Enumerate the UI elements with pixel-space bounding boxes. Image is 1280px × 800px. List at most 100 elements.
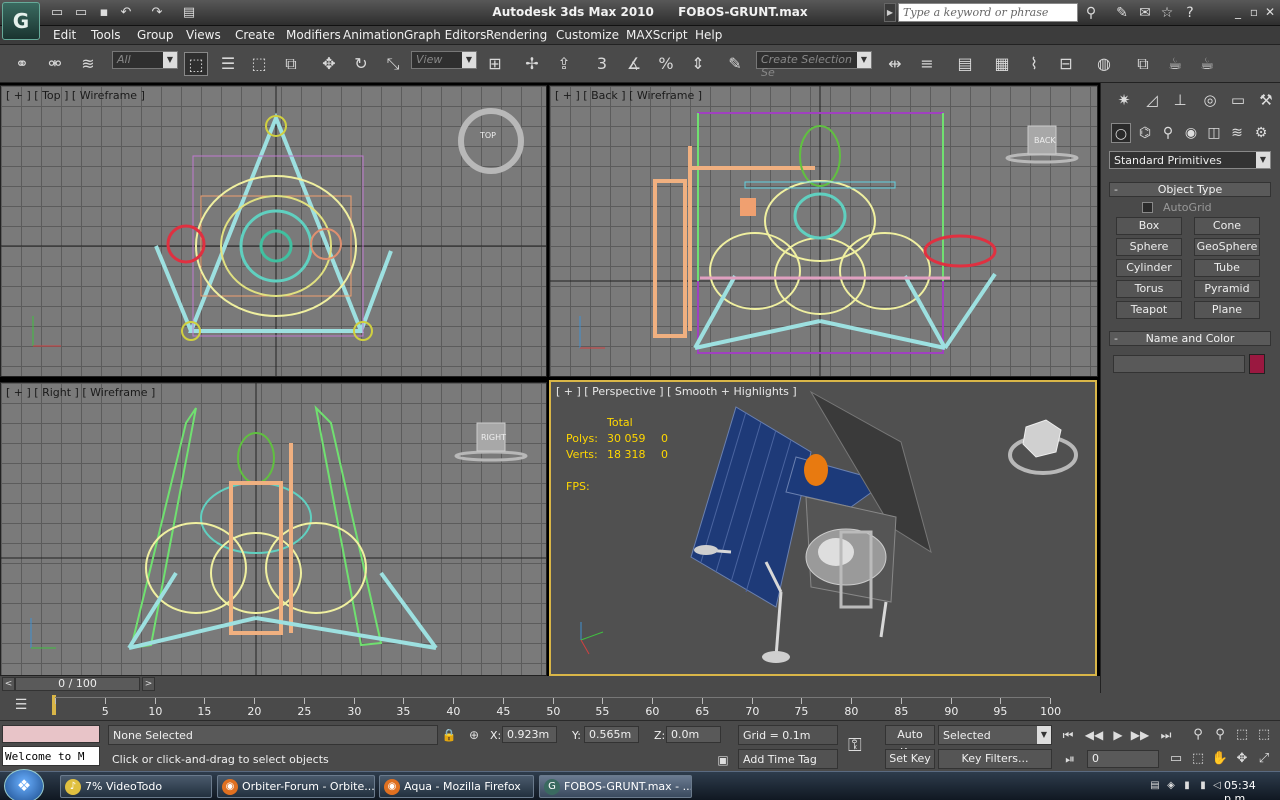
- current-frame-field[interactable]: 0: [1087, 750, 1159, 768]
- taskbar-3dsmax[interactable]: G FOBOS-GRUNT.max - ...: [539, 775, 692, 798]
- menu-rendering[interactable]: Rendering: [486, 28, 547, 42]
- systems-icon[interactable]: ⚙: [1251, 123, 1271, 143]
- menu-group[interactable]: Group: [137, 28, 174, 42]
- menu-tools[interactable]: Tools: [91, 28, 121, 42]
- communication-icon[interactable]: ✉: [1135, 4, 1155, 22]
- render-setup-icon[interactable]: ⧉: [1131, 52, 1155, 76]
- geometry-icon[interactable]: ○: [1111, 123, 1131, 143]
- cameras-icon[interactable]: ◉: [1181, 123, 1201, 143]
- menu-edit[interactable]: Edit: [53, 28, 76, 42]
- tray-network-icon[interactable]: ▤: [1148, 779, 1162, 793]
- helpers-icon[interactable]: ◫: [1204, 123, 1224, 143]
- key-filters-button[interactable]: Key Filters...: [938, 749, 1052, 769]
- search-input[interactable]: Type a keyword or phrase: [898, 3, 1078, 22]
- taskbar-orbiter-forum[interactable]: ◉ Orbiter-Forum - Orbite...: [217, 775, 375, 798]
- mini-curve-editor-icon[interactable]: ☰: [8, 697, 34, 717]
- track-bar[interactable]: ☰ 5 10 15 20 25 30 35 40 45 50 55 60 65 70 75 80 85 90 95 1…: [0, 693, 1280, 721]
- angle-snap-icon[interactable]: ∡: [622, 52, 646, 76]
- object-color-swatch[interactable]: [1249, 354, 1265, 374]
- tray-clock[interactable]: 05:34 p.m.: [1224, 779, 1280, 800]
- selection-lock-icon[interactable]: 🔒: [440, 726, 458, 744]
- primitive-category-dropdown[interactable]: Standard Primitives ▼: [1109, 151, 1271, 169]
- rotate-icon[interactable]: ↻: [349, 52, 373, 76]
- viewcube-right[interactable]: RIGHT: [481, 433, 506, 442]
- taskbar-aqua-firefox[interactable]: ◉ Aqua - Mozilla Firefox: [379, 775, 534, 798]
- teapot-button[interactable]: Teapot: [1116, 301, 1182, 319]
- display-tab-icon[interactable]: ▭: [1227, 89, 1249, 111]
- link-icon[interactable]: ⚭: [10, 52, 34, 76]
- sphere-button[interactable]: Sphere: [1116, 238, 1182, 256]
- hierarchy-tab-icon[interactable]: ⊥: [1169, 89, 1191, 111]
- cone-button[interactable]: Cone: [1194, 217, 1260, 235]
- time-slider-thumb[interactable]: 0 / 100: [15, 677, 140, 691]
- binoculars-icon[interactable]: ⚲: [1081, 4, 1101, 22]
- time-slider-prev-icon[interactable]: <: [2, 677, 15, 691]
- motion-tab-icon[interactable]: ◎: [1199, 89, 1221, 111]
- geosphere-button[interactable]: GeoSphere: [1194, 238, 1260, 256]
- menu-customize[interactable]: Customize: [556, 28, 619, 42]
- viewcube-top[interactable]: TOP: [480, 131, 496, 140]
- next-frame-icon[interactable]: ▶▶: [1130, 727, 1150, 743]
- create-tab-icon[interactable]: ✷: [1113, 89, 1135, 111]
- favorites-star-icon[interactable]: ☆: [1157, 4, 1177, 22]
- viewport-back[interactable]: [ + ] [ Back ] [ Wireframe ] BACK: [549, 85, 1098, 377]
- x-coord-field[interactable]: 0.923m: [502, 726, 557, 743]
- key-mode-dropdown[interactable]: Selected ▼: [938, 725, 1052, 745]
- start-button-icon[interactable]: ❖: [4, 769, 44, 800]
- select-object-icon[interactable]: ⬚: [184, 52, 208, 76]
- selection-filter-dropdown[interactable]: All ▼: [112, 51, 178, 69]
- help-icon[interactable]: ?: [1180, 4, 1200, 22]
- viewport-perspective[interactable]: [ + ] [ Perspective ] [ Smooth + Highlig…: [549, 380, 1097, 676]
- scale-icon[interactable]: ⤡: [381, 52, 405, 76]
- set-key-button[interactable]: Set Key: [885, 749, 935, 769]
- align-icon[interactable]: ≡: [915, 52, 939, 76]
- viewcube-back[interactable]: BACK: [1034, 136, 1056, 145]
- spinner-snap-icon[interactable]: ⇕: [686, 52, 710, 76]
- previous-frame-icon[interactable]: ◀◀: [1084, 727, 1104, 743]
- add-time-tag-button[interactable]: Add Time Tag: [738, 749, 838, 769]
- region-zoom-icon[interactable]: ⬚: [1188, 749, 1208, 769]
- zoom-extents-all-icon[interactable]: ⬚: [1254, 725, 1274, 745]
- orbit-icon[interactable]: ✥: [1232, 749, 1252, 769]
- torus-button[interactable]: Torus: [1116, 280, 1182, 298]
- move-icon[interactable]: ✥: [317, 52, 341, 76]
- material-editor-icon[interactable]: ◍: [1092, 52, 1116, 76]
- utilities-tab-icon[interactable]: ⚒: [1255, 89, 1277, 111]
- menu-create[interactable]: Create: [235, 28, 275, 42]
- y-coord-field[interactable]: 0.565m: [584, 726, 639, 743]
- unlink-icon[interactable]: ⚮: [43, 52, 67, 76]
- maxscript-listener-input[interactable]: [2, 725, 100, 743]
- menu-help[interactable]: Help: [695, 28, 722, 42]
- object-type-rollout[interactable]: - Object Type: [1109, 182, 1271, 197]
- key-icon[interactable]: ⚿: [848, 735, 862, 756]
- open-file-icon[interactable]: ▭: [72, 4, 90, 21]
- modify-tab-icon[interactable]: ◿: [1141, 89, 1163, 111]
- undo-icon[interactable]: ↶: [117, 4, 135, 21]
- pivot-center-icon[interactable]: ⊞: [483, 52, 507, 76]
- pan-icon[interactable]: ✋: [1210, 749, 1230, 769]
- schematic-view-icon[interactable]: ⊟: [1054, 52, 1078, 76]
- z-coord-field[interactable]: 0.0m: [666, 726, 721, 743]
- go-to-end-icon[interactable]: ⏭: [1156, 727, 1176, 743]
- play-icon[interactable]: ▶: [1108, 727, 1128, 743]
- graphite-modeling-icon[interactable]: ▦: [990, 52, 1014, 76]
- window-crossing-icon[interactable]: ⧉: [279, 52, 303, 76]
- edit-named-selection-icon[interactable]: ✎: [723, 52, 747, 76]
- layer-manager-icon[interactable]: ▤: [953, 52, 977, 76]
- restore-icon[interactable]: ▫: [1246, 4, 1262, 20]
- viewport-right-label[interactable]: [ + ] [ Right ] [ Wireframe ]: [6, 386, 155, 399]
- zoom-extents-icon[interactable]: ⬚: [1232, 725, 1252, 745]
- time-slider-next-icon[interactable]: >: [142, 677, 155, 691]
- search-expand-icon[interactable]: ▶: [884, 3, 896, 22]
- save-icon[interactable]: ▪: [95, 4, 113, 21]
- redo-icon[interactable]: ↷: [148, 4, 166, 21]
- tube-button[interactable]: Tube: [1194, 259, 1260, 277]
- key-mode-toggle-icon[interactable]: ⏯: [1060, 751, 1080, 767]
- keyboard-shortcut-icon[interactable]: ⇪: [552, 52, 576, 76]
- mirror-icon[interactable]: ⇹: [883, 52, 907, 76]
- subscription-icon[interactable]: ✎: [1112, 4, 1132, 22]
- menu-maxscript[interactable]: MAXScript: [626, 28, 688, 42]
- app-logo-icon[interactable]: G: [2, 2, 40, 40]
- box-button[interactable]: Box: [1116, 217, 1182, 235]
- tray-volume-icon[interactable]: ◁: [1210, 779, 1224, 793]
